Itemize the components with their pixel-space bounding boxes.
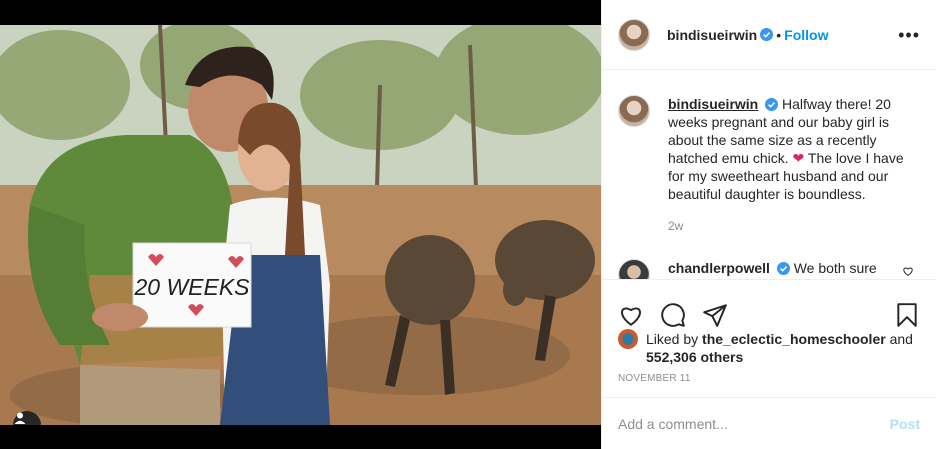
heart-icon[interactable]: [618, 302, 644, 328]
add-comment-bar: Post: [602, 397, 936, 449]
caption-timestamp[interactable]: 2w: [668, 217, 918, 235]
comment-avatar[interactable]: [618, 259, 650, 279]
author-avatar[interactable]: [618, 18, 650, 51]
comments-section[interactable]: bindisueirwin Halfway there! 20 weeks pr…: [602, 71, 936, 279]
caption-avatar[interactable]: [618, 95, 650, 127]
media-panel: 20 WEEKS: [0, 0, 601, 449]
likes-prefix: Liked by: [646, 331, 699, 347]
verified-badge-icon: [776, 262, 790, 275]
post-photo[interactable]: 20 WEEKS: [0, 25, 601, 425]
caption-username[interactable]: bindisueirwin: [668, 96, 758, 112]
photo-illustration: 20 WEEKS: [0, 25, 601, 425]
add-comment-input[interactable]: [618, 415, 890, 432]
post-header: bindisueirwin • Follow •••: [602, 0, 936, 70]
verified-badge-icon: [760, 28, 774, 41]
comment-icon[interactable]: [660, 302, 686, 328]
caption-row: bindisueirwin Halfway there! 20 weeks pr…: [618, 95, 920, 235]
instagram-post-modal: 20 WEEKS bindisueirwin • Follow ••• bind…: [0, 0, 936, 449]
liker-username[interactable]: the_eclectic_homeschooler: [702, 331, 886, 347]
verified-badge-icon: [765, 98, 779, 111]
post-sidebar: bindisueirwin • Follow ••• bindisueirwin…: [601, 0, 936, 449]
post-comment-button[interactable]: Post: [890, 416, 920, 432]
comment-row: chandlerpowell We both sure: [618, 259, 920, 279]
user-tag-icon: [14, 412, 26, 424]
liker-avatar[interactable]: [618, 329, 638, 349]
more-options-button[interactable]: •••: [898, 26, 920, 44]
likes-summary: Liked by the_eclectic_homeschooler and 5…: [618, 329, 926, 366]
caption-body: bindisueirwin Halfway there! 20 weeks pr…: [668, 95, 918, 235]
follow-button[interactable]: Follow: [784, 27, 828, 43]
comment-username[interactable]: chandlerpowell: [668, 260, 770, 276]
likes-and: and: [889, 331, 913, 347]
comment-text: We both sure: [793, 260, 877, 276]
small-heart-icon[interactable]: [902, 265, 914, 277]
author-username[interactable]: bindisueirwin: [667, 27, 757, 43]
action-bar: [602, 279, 936, 335]
comment-body: chandlerpowell We both sure: [668, 259, 918, 279]
likes-count-others[interactable]: 552,306 others: [646, 349, 743, 365]
sign-text: 20 WEEKS: [133, 274, 250, 300]
share-icon[interactable]: [702, 302, 728, 328]
header-separator: •: [776, 26, 782, 43]
bookmark-icon[interactable]: [894, 302, 920, 328]
likes-text: Liked by the_eclectic_homeschooler and 5…: [646, 330, 926, 366]
post-date[interactable]: NOVEMBER 11: [618, 373, 691, 384]
heart-emoji: ❤: [792, 150, 805, 166]
